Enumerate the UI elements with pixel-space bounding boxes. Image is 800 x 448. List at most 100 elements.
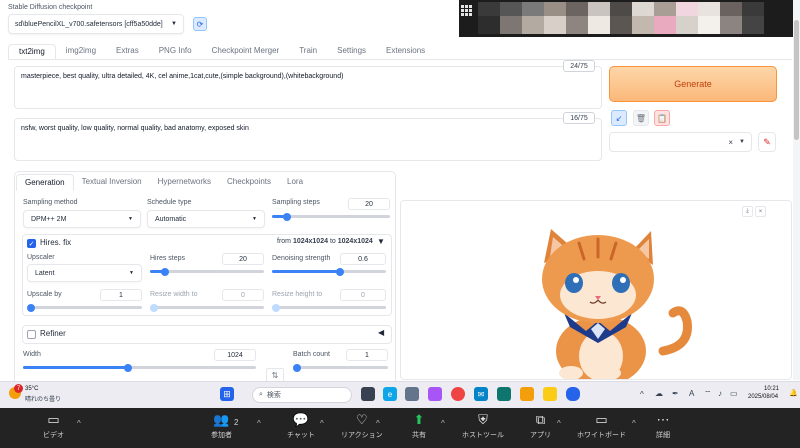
tab-generation[interactable]: Generation — [16, 174, 74, 191]
styles-select[interactable]: × ▼ — [609, 132, 752, 152]
edit-styles-button[interactable]: ✎ — [758, 132, 776, 152]
pen-icon[interactable]: ✒ — [672, 389, 679, 398]
upscaler-select[interactable]: Latent ▼ — [27, 264, 142, 282]
app-icon[interactable] — [405, 387, 419, 401]
apply-styles-button[interactable]: 📋 — [654, 110, 670, 126]
slider-handle[interactable] — [293, 363, 301, 372]
tab-hypernetworks[interactable]: Hypernetworks — [150, 174, 219, 191]
notification-icon[interactable]: 🔔 — [789, 389, 798, 397]
host-tools-button[interactable]: ⛨ ホストツール — [462, 410, 504, 440]
width-input[interactable]: 1024 — [214, 349, 256, 361]
apps-options-caret[interactable]: ^ — [557, 419, 561, 428]
resize-height-input[interactable]: 0 — [340, 289, 386, 301]
close-image-button[interactable]: × — [755, 206, 766, 217]
volume-icon[interactable]: ♪ — [718, 389, 722, 398]
batch-count-input[interactable]: 1 — [346, 349, 388, 361]
share-options-caret[interactable]: ^ — [441, 419, 445, 428]
download-button[interactable]: ⤓ — [742, 206, 753, 217]
explorer-icon[interactable] — [520, 387, 534, 401]
edge-icon[interactable]: e — [383, 387, 397, 401]
tab-settings[interactable]: Settings — [327, 44, 376, 60]
slider-handle[interactable] — [150, 303, 158, 312]
denoising-strength-input[interactable]: 0.6 — [340, 253, 386, 265]
read-params-button[interactable]: ↙ — [611, 110, 627, 126]
slider-handle[interactable] — [272, 303, 280, 312]
tab-img2img[interactable]: img2img — [56, 44, 106, 60]
more-label: 詳細 — [656, 432, 670, 439]
more-button[interactable]: ⋯ 詳細 — [656, 410, 670, 440]
slider-handle[interactable] — [160, 267, 169, 276]
tab-lora[interactable]: Lora — [279, 174, 311, 191]
clock-date[interactable]: 2025/08/04 — [748, 394, 778, 400]
task-view-icon[interactable] — [361, 387, 375, 401]
chat-options-caret[interactable]: ^ — [320, 419, 324, 428]
expand-triangle-icon[interactable]: ◀ — [378, 328, 384, 337]
refresh-checkpoint-button[interactable]: ⟳ — [193, 17, 207, 31]
sampling-method-select[interactable]: DPM++ 2M ▼ — [23, 210, 141, 228]
resize-height-slider[interactable] — [272, 303, 386, 312]
taskbar-search[interactable]: ⌕ 検索 — [252, 387, 352, 403]
video-options-caret[interactable]: ^ — [77, 419, 81, 428]
video-button[interactable]: ▭ ビデオ — [43, 410, 64, 440]
hires-steps-slider[interactable] — [150, 267, 264, 276]
apps-button[interactable]: ⧉ アプリ — [530, 410, 551, 440]
generate-button[interactable]: Generate — [609, 66, 777, 102]
chrome-icon[interactable] — [451, 387, 465, 401]
whiteboard-button[interactable]: ▭ ホワイトボード — [577, 410, 626, 440]
tab-extras[interactable]: Extras — [106, 44, 149, 60]
refiner-checkbox[interactable] — [27, 330, 36, 339]
clock-time[interactable]: 10:21 — [764, 386, 779, 392]
slider-handle[interactable] — [336, 267, 345, 276]
batch-count-slider[interactable] — [293, 363, 388, 372]
prompt-input[interactable]: masterpiece, best quality, ultra detaile… — [14, 66, 602, 109]
terminal-icon[interactable] — [497, 387, 511, 401]
tray-chevron-icon[interactable]: ^ — [640, 390, 644, 399]
resize-width-slider[interactable] — [150, 303, 264, 312]
slider-handle[interactable] — [283, 212, 292, 221]
copilot-icon[interactable] — [428, 387, 442, 401]
slider-handle[interactable] — [27, 303, 35, 312]
clear-prompt-button[interactable]: 🗑 — [633, 110, 649, 126]
swap-dimensions-button[interactable]: ⇅ — [266, 368, 284, 382]
tab-txt2img[interactable]: txt2img — [8, 44, 56, 60]
cloud-icon[interactable]: ☁ — [655, 389, 663, 398]
upscale-by-input[interactable]: 1 — [100, 289, 142, 301]
hires-steps-input[interactable]: 20 — [222, 253, 264, 265]
negative-prompt-input[interactable]: nsfw, worst quality, low quality, normal… — [14, 118, 602, 161]
collapse-triangle-icon[interactable]: ▼ — [377, 237, 385, 246]
app2-icon[interactable] — [543, 387, 557, 401]
tab-png-info[interactable]: PNG Info — [149, 44, 202, 60]
width-slider[interactable] — [23, 363, 256, 372]
clipboard-icon: 📋 — [657, 113, 667, 123]
scrollbar-thumb[interactable] — [794, 20, 799, 140]
tab-checkpoint-merger[interactable]: Checkpoint Merger — [202, 44, 290, 60]
mail-icon[interactable]: ✉ — [474, 387, 488, 401]
slider-handle[interactable] — [123, 363, 132, 372]
hires-fix-checkbox[interactable]: ✓ — [27, 239, 36, 248]
tab-train[interactable]: Train — [289, 44, 327, 60]
apps-label: アプリ — [530, 432, 551, 439]
zoom-app-icon[interactable] — [566, 387, 580, 401]
reaction-options-caret[interactable]: ^ — [376, 419, 380, 428]
sampling-steps-input[interactable]: 20 — [348, 198, 390, 210]
participants-button[interactable]: 👥 参加者 — [211, 410, 232, 440]
upscale-by-slider[interactable] — [27, 303, 142, 312]
ime-indicator[interactable]: A — [689, 389, 694, 398]
tab-checkpoints[interactable]: Checkpoints — [219, 174, 279, 191]
start-icon[interactable]: ⊞ — [220, 387, 234, 401]
checkpoint-select[interactable]: sd\bluePencilXL_v700.safetensors [cff5a5… — [8, 14, 184, 34]
chat-button[interactable]: 💬 チャット — [287, 410, 315, 440]
share-button[interactable]: ⬆ 共有 — [412, 410, 426, 440]
resize-width-input[interactable]: 0 — [222, 289, 264, 301]
clear-styles-icon[interactable]: × — [728, 138, 733, 147]
denoising-strength-slider[interactable] — [272, 267, 386, 276]
schedule-type-select[interactable]: Automatic ▼ — [147, 210, 265, 228]
battery-icon[interactable]: ▭ — [730, 389, 738, 398]
participants-options-caret[interactable]: ^ — [257, 419, 261, 428]
generated-cat-image — [401, 201, 791, 379]
sampling-steps-slider[interactable] — [272, 212, 390, 221]
tab-extensions[interactable]: Extensions — [376, 44, 435, 60]
whiteboard-options-caret[interactable]: ^ — [632, 419, 636, 428]
tab-textual-inversion[interactable]: Textual Inversion — [74, 174, 150, 191]
wifi-icon[interactable]: ⌔ — [704, 389, 712, 399]
